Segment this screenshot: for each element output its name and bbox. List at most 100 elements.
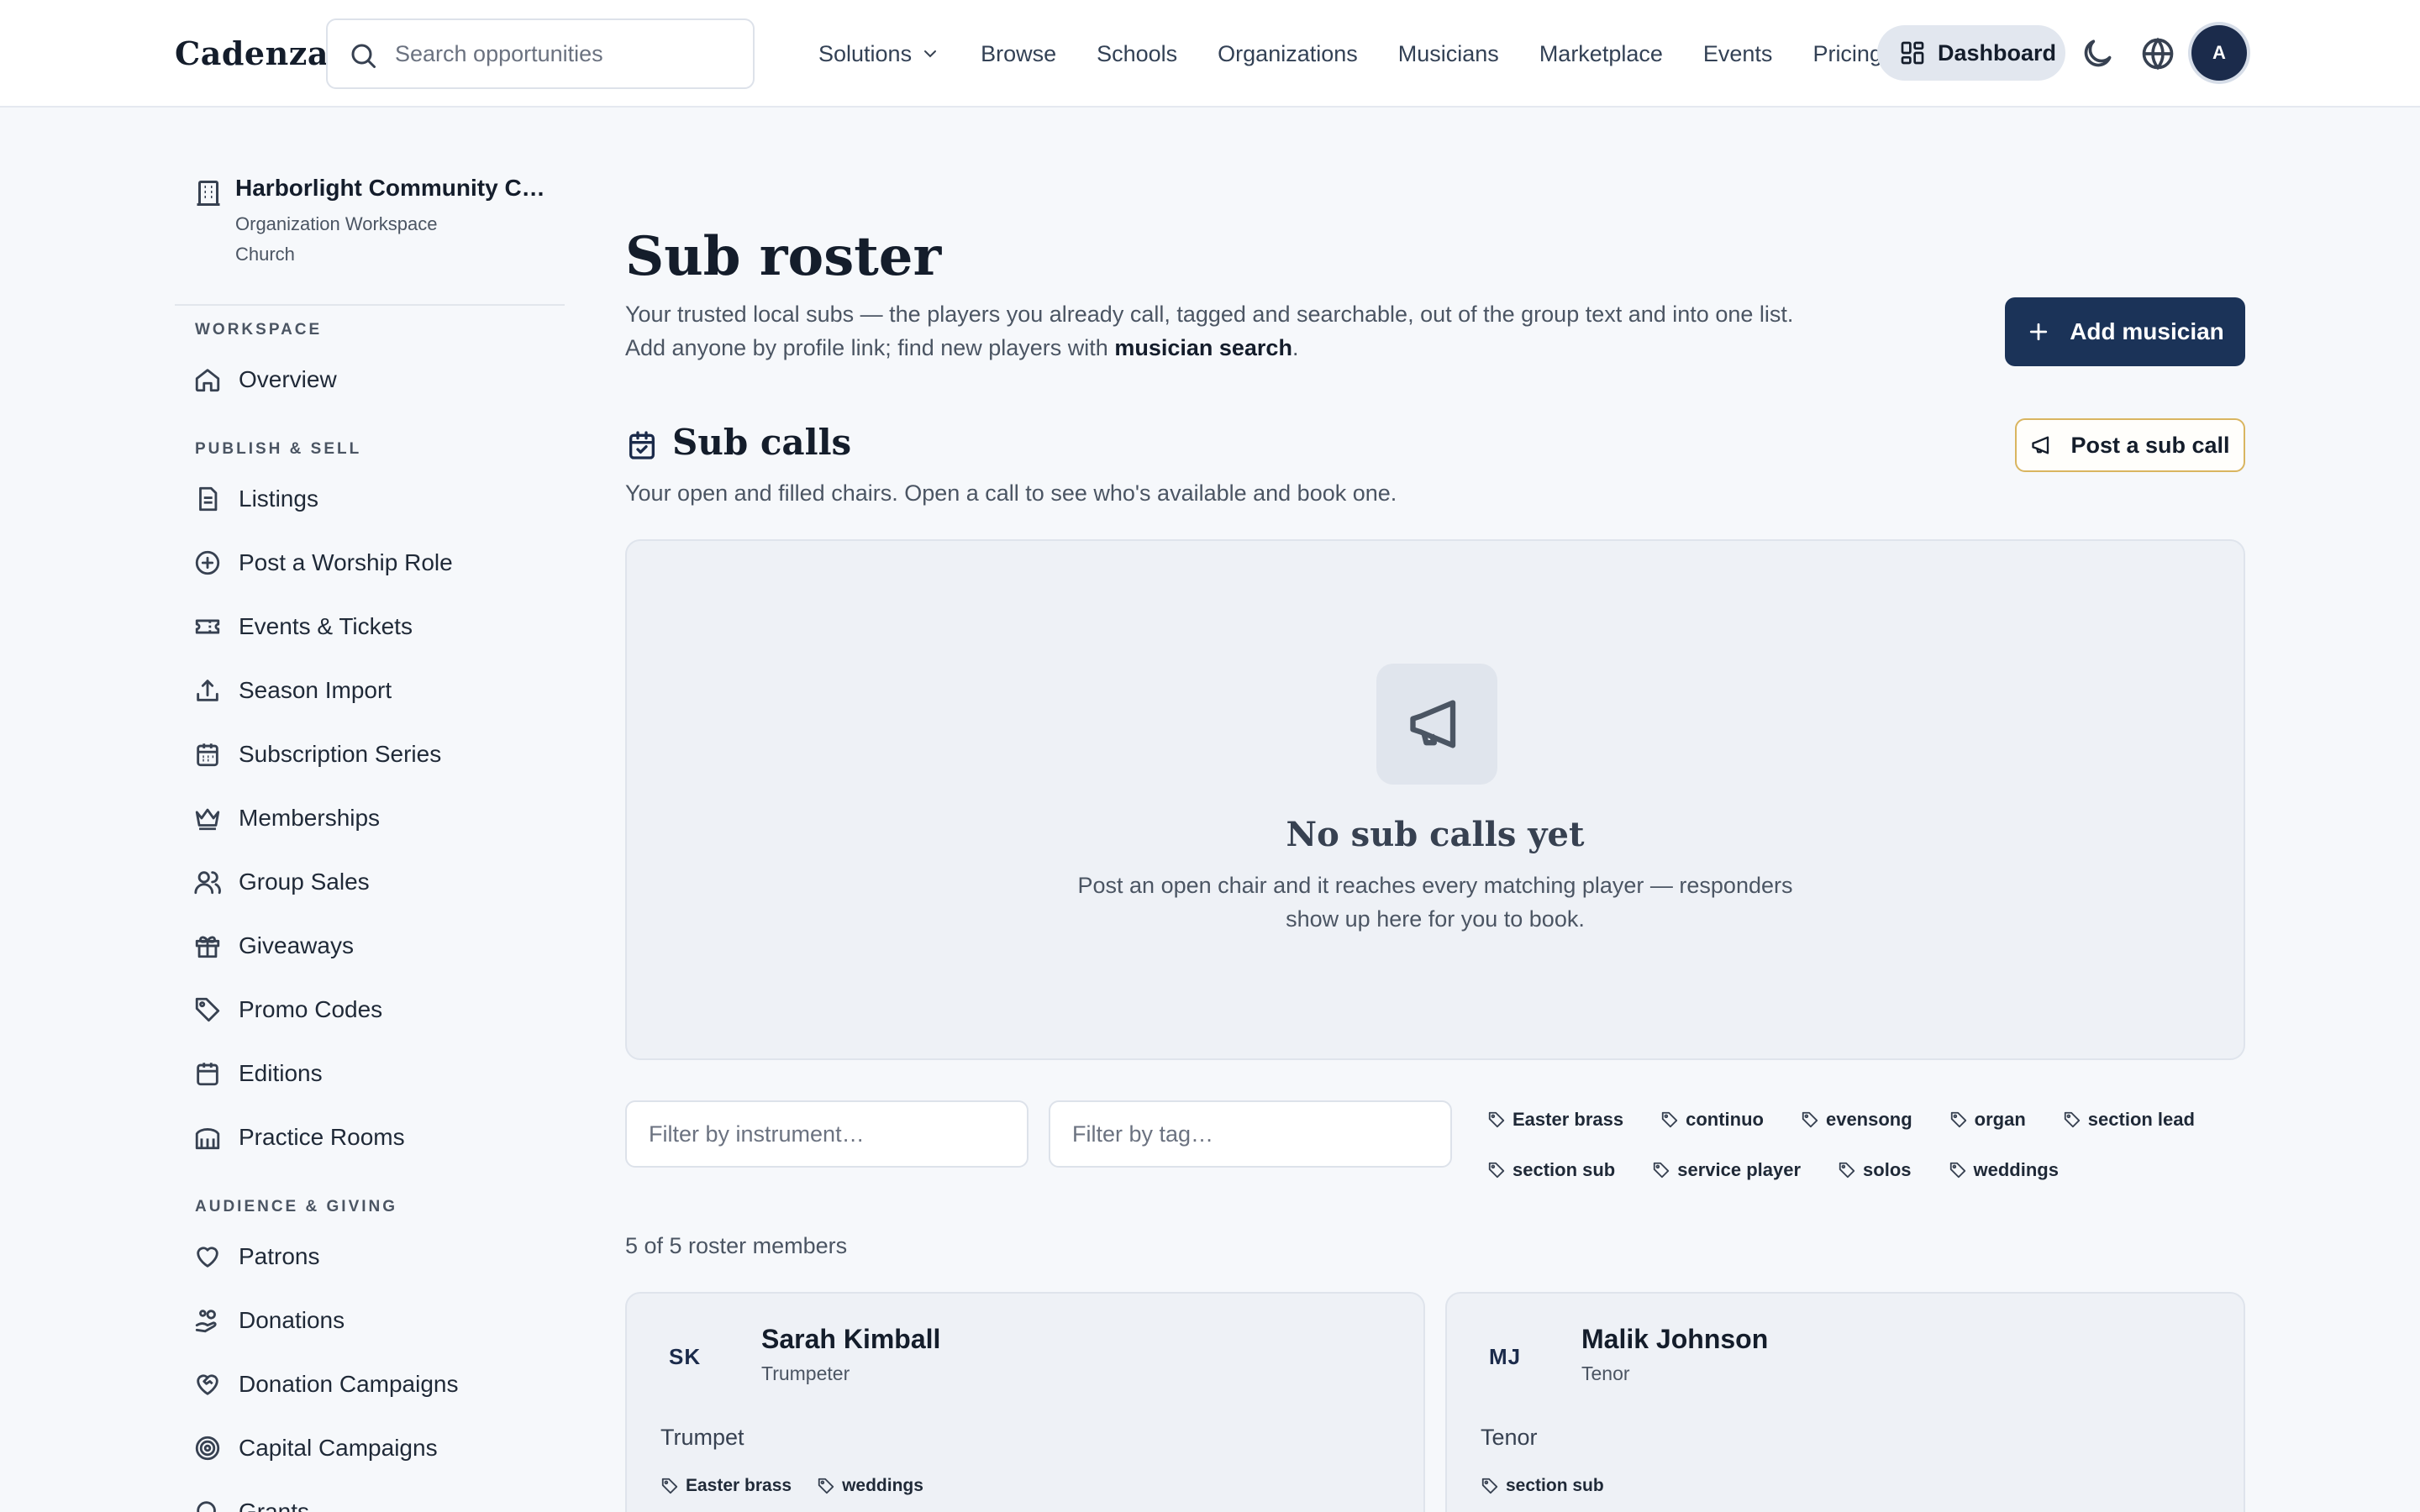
section-label-workspace: WORKSPACE <box>195 321 323 339</box>
sidebar-item-patrons[interactable]: Patrons <box>175 1230 565 1284</box>
member-name[interactable]: Sarah Kimball <box>761 1324 940 1355</box>
tag-chip-service-player[interactable]: service player <box>1652 1154 1801 1186</box>
section-label-publish: PUBLISH & SELL <box>195 440 362 458</box>
tag-chip-organ[interactable]: organ <box>1949 1104 2026 1136</box>
sidebar-item-season-import[interactable]: Season Import <box>175 664 565 717</box>
filter-tag-input[interactable] <box>1049 1100 1452 1168</box>
tag-chip-weddings[interactable]: weddings <box>1949 1154 2059 1186</box>
member-tag-chip[interactable]: section sub <box>1481 1470 1604 1502</box>
add-musician-button[interactable]: Add musician <box>2005 297 2245 366</box>
tag-chip-section-lead[interactable]: section lead <box>2063 1104 2195 1136</box>
search-box[interactable] <box>326 18 755 89</box>
sidebar-item-giveaways[interactable]: Giveaways <box>175 919 565 973</box>
heart-icon <box>197 1247 218 1268</box>
users-icon <box>194 871 221 895</box>
member-name[interactable]: Malik Johnson <box>1581 1324 1768 1355</box>
sidebar-item-label: Grants <box>239 1499 310 1512</box>
brand-logo[interactable]: Cadenza <box>175 30 329 77</box>
tag-label: solos <box>1863 1159 1912 1180</box>
plus-circle-icon <box>195 550 220 575</box>
tag-icon <box>195 997 220 1022</box>
musician-search-link[interactable]: musician search <box>1114 335 1292 360</box>
member-role: Tenor <box>1581 1362 1630 1384</box>
sidebar-item-label: Giveaways <box>239 932 354 958</box>
sidebar-item-donation-campaigns[interactable]: Donation Campaigns <box>175 1357 565 1411</box>
sidebar-item-label: Capital Campaigns <box>239 1435 438 1461</box>
sidebar-item-subscription-series[interactable]: Subscription Series <box>175 727 565 781</box>
nav-solutions[interactable]: Solutions <box>798 25 960 82</box>
page-description: Your trusted local subs — the players yo… <box>625 297 1802 365</box>
roster-member-card[interactable]: MJ Malik Johnson Tenor Tenor section sub <box>1445 1292 2245 1512</box>
sidebar-item-label: Post a Worship Role <box>239 549 453 575</box>
member-initials: MJ <box>1489 1344 1522 1369</box>
sidebar-item-events-tickets[interactable]: Events & Tickets <box>175 600 565 654</box>
tag-label: service player <box>1677 1159 1802 1180</box>
sidebar-item-practice-rooms[interactable]: Practice Rooms <box>175 1110 565 1164</box>
tag-label: section sub <box>1506 1476 1604 1495</box>
building-icon <box>197 181 220 206</box>
member-tag-chip[interactable]: weddings <box>817 1470 923 1502</box>
tag-label: Easter brass <box>1512 1109 1624 1130</box>
tag-label: weddings <box>1973 1159 2059 1180</box>
nav-events[interactable]: Events <box>1683 25 1793 82</box>
member-instrument: Tenor <box>1481 1425 1538 1450</box>
tag-icon <box>1488 1162 1505 1179</box>
tag-icon <box>1481 1478 1498 1494</box>
org-name[interactable]: Harborlight Community Church <box>235 175 555 202</box>
org-type: Organization Workspace <box>235 213 438 234</box>
calendar-check-icon <box>629 431 655 459</box>
tag-icon <box>661 1478 678 1494</box>
sidebar-item-grants[interactable]: Grants <box>175 1485 565 1512</box>
nav-organizations[interactable]: Organizations <box>1197 25 1378 82</box>
sidebar: Harborlight Community Church Organizatio… <box>175 108 565 1512</box>
tag-icon <box>1949 1162 1965 1179</box>
tag-chip-easter-brass[interactable]: Easter brass <box>1487 1104 1623 1136</box>
search-input[interactable] <box>395 20 739 87</box>
sidebar-item-label: Editions <box>239 1060 323 1086</box>
sidebar-item-post-worship-role[interactable]: Post a Worship Role <box>175 536 565 590</box>
sidebar-item-memberships[interactable]: Memberships <box>175 791 565 845</box>
description-suffix: . <box>1292 335 1299 360</box>
sidebar-item-overview[interactable]: Overview <box>175 353 565 407</box>
nav-marketplace[interactable]: Marketplace <box>1519 25 1683 82</box>
hand-coins-icon <box>195 1310 217 1333</box>
sub-calls-description: Your open and filled chairs. Open a call… <box>625 480 1397 506</box>
tag-icon <box>1802 1111 1818 1128</box>
nav-musicians[interactable]: Musicians <box>1378 25 1519 82</box>
moon-icon[interactable] <box>2079 35 2116 72</box>
globe-icon[interactable] <box>2139 35 2176 72</box>
user-avatar[interactable]: A <box>2191 25 2247 81</box>
sidebar-item-label: Season Import <box>239 677 392 703</box>
post-sub-call-button[interactable]: Post a sub call <box>2015 418 2245 472</box>
plus-icon <box>2030 323 2048 341</box>
sidebar-item-capital-campaigns[interactable]: Capital Campaigns <box>175 1421 565 1475</box>
sidebar-item-promo-codes[interactable]: Promo Codes <box>175 983 565 1037</box>
tag-chip-evensong[interactable]: evensong <box>1801 1104 1912 1136</box>
megaphone-icon <box>2032 436 2049 454</box>
sidebar-item-group-sales[interactable]: Group Sales <box>175 855 565 909</box>
sidebar-item-donations[interactable]: Donations <box>175 1294 565 1347</box>
ticket-icon <box>195 619 220 634</box>
sidebar-item-editions[interactable]: Editions <box>175 1047 565 1100</box>
tag-chip-section-sub[interactable]: section sub <box>1487 1154 1615 1186</box>
sidebar-item-listings[interactable]: Listings <box>175 472 565 526</box>
nav-schools[interactable]: Schools <box>1076 25 1197 82</box>
member-tag-chip[interactable]: Easter brass <box>660 1470 792 1502</box>
roster-member-card[interactable]: SK Sarah Kimball Trumpeter Trumpet Easte… <box>625 1292 1425 1512</box>
upload-icon <box>197 680 218 701</box>
chevron-down-icon <box>924 50 937 58</box>
nav-browse[interactable]: Browse <box>960 25 1076 82</box>
sidebar-item-label: Practice Rooms <box>239 1124 405 1150</box>
tag-icon <box>1950 1111 1966 1128</box>
roster-count: 5 of 5 roster members <box>625 1233 848 1258</box>
section-label-audience: AUDIENCE & GIVING <box>195 1198 398 1215</box>
sub-calls-heading: Sub calls <box>672 422 852 463</box>
filter-instrument-input[interactable] <box>625 1100 1028 1168</box>
tag-chip-continuo[interactable]: continuo <box>1660 1104 1764 1136</box>
dashboard-button[interactable]: Dashboard <box>1877 25 2065 81</box>
calendar-grid-icon <box>197 743 218 767</box>
tag-label: Easter brass <box>686 1476 792 1495</box>
tag-icon <box>1661 1111 1678 1128</box>
sidebar-divider <box>175 304 565 306</box>
tag-chip-solos[interactable]: solos <box>1838 1154 1912 1186</box>
